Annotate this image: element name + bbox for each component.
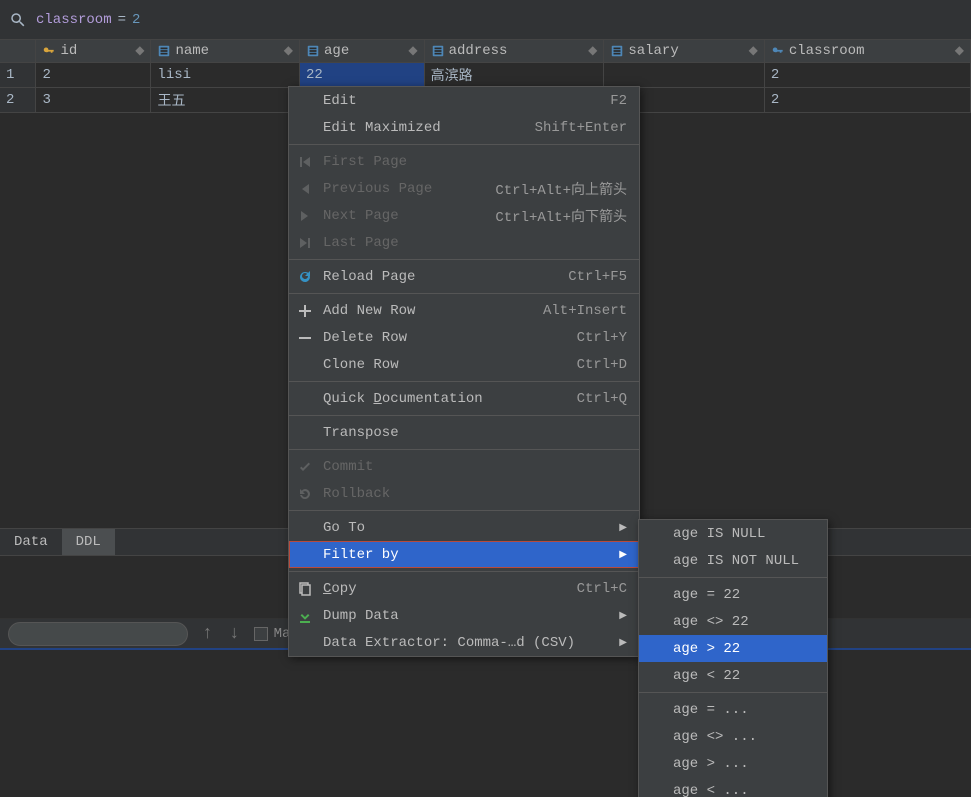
menu-commit: Commit bbox=[289, 453, 639, 480]
submenu-item[interactable]: age = 22 bbox=[639, 581, 827, 608]
rollback-icon bbox=[295, 486, 315, 502]
filter-expression[interactable]: classroom=2 bbox=[36, 12, 140, 28]
table-row[interactable]: 1 2 lisi 22 高滨路 2 bbox=[0, 62, 971, 87]
find-input[interactable] bbox=[8, 622, 188, 646]
cell-salary[interactable] bbox=[604, 62, 765, 87]
filter-by-submenu: age IS NULL age IS NOT NULL age = 22 age… bbox=[638, 519, 828, 797]
cell-address[interactable]: 高滨路 bbox=[424, 62, 604, 87]
menu-rollback: Rollback bbox=[289, 480, 639, 507]
column-header-age[interactable]: age◆ bbox=[300, 40, 425, 62]
cell-age-selected[interactable]: 22 bbox=[300, 62, 425, 87]
copy-icon bbox=[295, 581, 315, 597]
row-number: 1 bbox=[0, 62, 36, 87]
row-number: 2 bbox=[0, 87, 36, 112]
cell-id[interactable]: 3 bbox=[36, 87, 151, 112]
cell-classroom[interactable]: 2 bbox=[764, 87, 970, 112]
submenu-item[interactable]: age IS NOT NULL bbox=[639, 547, 827, 574]
download-icon bbox=[295, 608, 315, 624]
submenu-item[interactable]: age < ... bbox=[639, 777, 827, 797]
submenu-item[interactable]: age > ... bbox=[639, 750, 827, 777]
search-icon bbox=[8, 11, 28, 29]
menu-edit[interactable]: EditF2 bbox=[289, 87, 639, 114]
menu-previous-page: Previous PageCtrl+Alt+向上箭头 bbox=[289, 175, 639, 202]
submenu-item[interactable]: age IS NULL bbox=[639, 520, 827, 547]
menu-separator bbox=[289, 449, 639, 450]
menu-transpose[interactable]: Transpose bbox=[289, 419, 639, 446]
cell-id[interactable]: 2 bbox=[36, 62, 151, 87]
menu-add-row[interactable]: Add New RowAlt+Insert bbox=[289, 297, 639, 324]
cell-name[interactable]: 王五 bbox=[151, 87, 300, 112]
menu-filter-by[interactable]: Filter by▶ bbox=[289, 541, 639, 568]
menu-last-page: Last Page bbox=[289, 229, 639, 256]
column-header-salary[interactable]: salary◆ bbox=[604, 40, 765, 62]
menu-separator bbox=[289, 510, 639, 511]
column-header-id[interactable]: id◆ bbox=[36, 40, 151, 62]
menu-separator bbox=[289, 381, 639, 382]
tab-data[interactable]: Data bbox=[0, 529, 62, 555]
cell-classroom[interactable]: 2 bbox=[764, 62, 970, 87]
submenu-item[interactable]: age = ... bbox=[639, 696, 827, 723]
menu-dump-data[interactable]: Dump Data▶ bbox=[289, 602, 639, 629]
submenu-item[interactable]: age <> 22 bbox=[639, 608, 827, 635]
menu-reload-page[interactable]: Reload PageCtrl+F5 bbox=[289, 263, 639, 290]
plus-icon bbox=[295, 303, 315, 319]
menu-clone-row[interactable]: Clone RowCtrl+D bbox=[289, 351, 639, 378]
minus-icon bbox=[295, 330, 315, 346]
column-header-classroom[interactable]: classroom◆ bbox=[764, 40, 970, 62]
commit-icon bbox=[295, 459, 315, 475]
filter-bar: classroom=2 bbox=[0, 0, 971, 40]
find-prev-button[interactable]: ↑ bbox=[200, 624, 215, 644]
menu-separator bbox=[289, 259, 639, 260]
tab-ddl[interactable]: DDL bbox=[62, 529, 115, 555]
column-header-address[interactable]: address◆ bbox=[424, 40, 604, 62]
column-header-name[interactable]: name◆ bbox=[151, 40, 300, 62]
submenu-item[interactable]: age <> ... bbox=[639, 723, 827, 750]
menu-edit-maximized[interactable]: Edit MaximizedShift+Enter bbox=[289, 114, 639, 141]
submenu-item[interactable]: age < 22 bbox=[639, 662, 827, 689]
menu-go-to[interactable]: Go To▶ bbox=[289, 514, 639, 541]
find-next-button[interactable]: ↓ bbox=[227, 624, 242, 644]
menu-separator bbox=[289, 144, 639, 145]
header-row: id◆ name◆ age◆ address◆ salary◆ classroo… bbox=[0, 40, 971, 62]
menu-data-extractor[interactable]: Data Extractor: Comma-…d (CSV)▶ bbox=[289, 629, 639, 656]
menu-separator bbox=[639, 692, 827, 693]
menu-separator bbox=[289, 293, 639, 294]
menu-separator bbox=[639, 577, 827, 578]
context-menu: EditF2 Edit MaximizedShift+Enter First P… bbox=[288, 86, 640, 657]
menu-quick-doc[interactable]: Quick DocumentationCtrl+Q bbox=[289, 385, 639, 412]
row-number-header bbox=[0, 40, 36, 62]
submenu-item-selected[interactable]: age > 22 bbox=[639, 635, 827, 662]
menu-next-page: Next PageCtrl+Alt+向下箭头 bbox=[289, 202, 639, 229]
reload-icon bbox=[295, 269, 315, 285]
menu-first-page: First Page bbox=[289, 148, 639, 175]
menu-separator bbox=[289, 415, 639, 416]
cell-name[interactable]: lisi bbox=[151, 62, 300, 87]
menu-delete-row[interactable]: Delete RowCtrl+Y bbox=[289, 324, 639, 351]
menu-copy[interactable]: CopyCtrl+C bbox=[289, 575, 639, 602]
menu-separator bbox=[289, 571, 639, 572]
